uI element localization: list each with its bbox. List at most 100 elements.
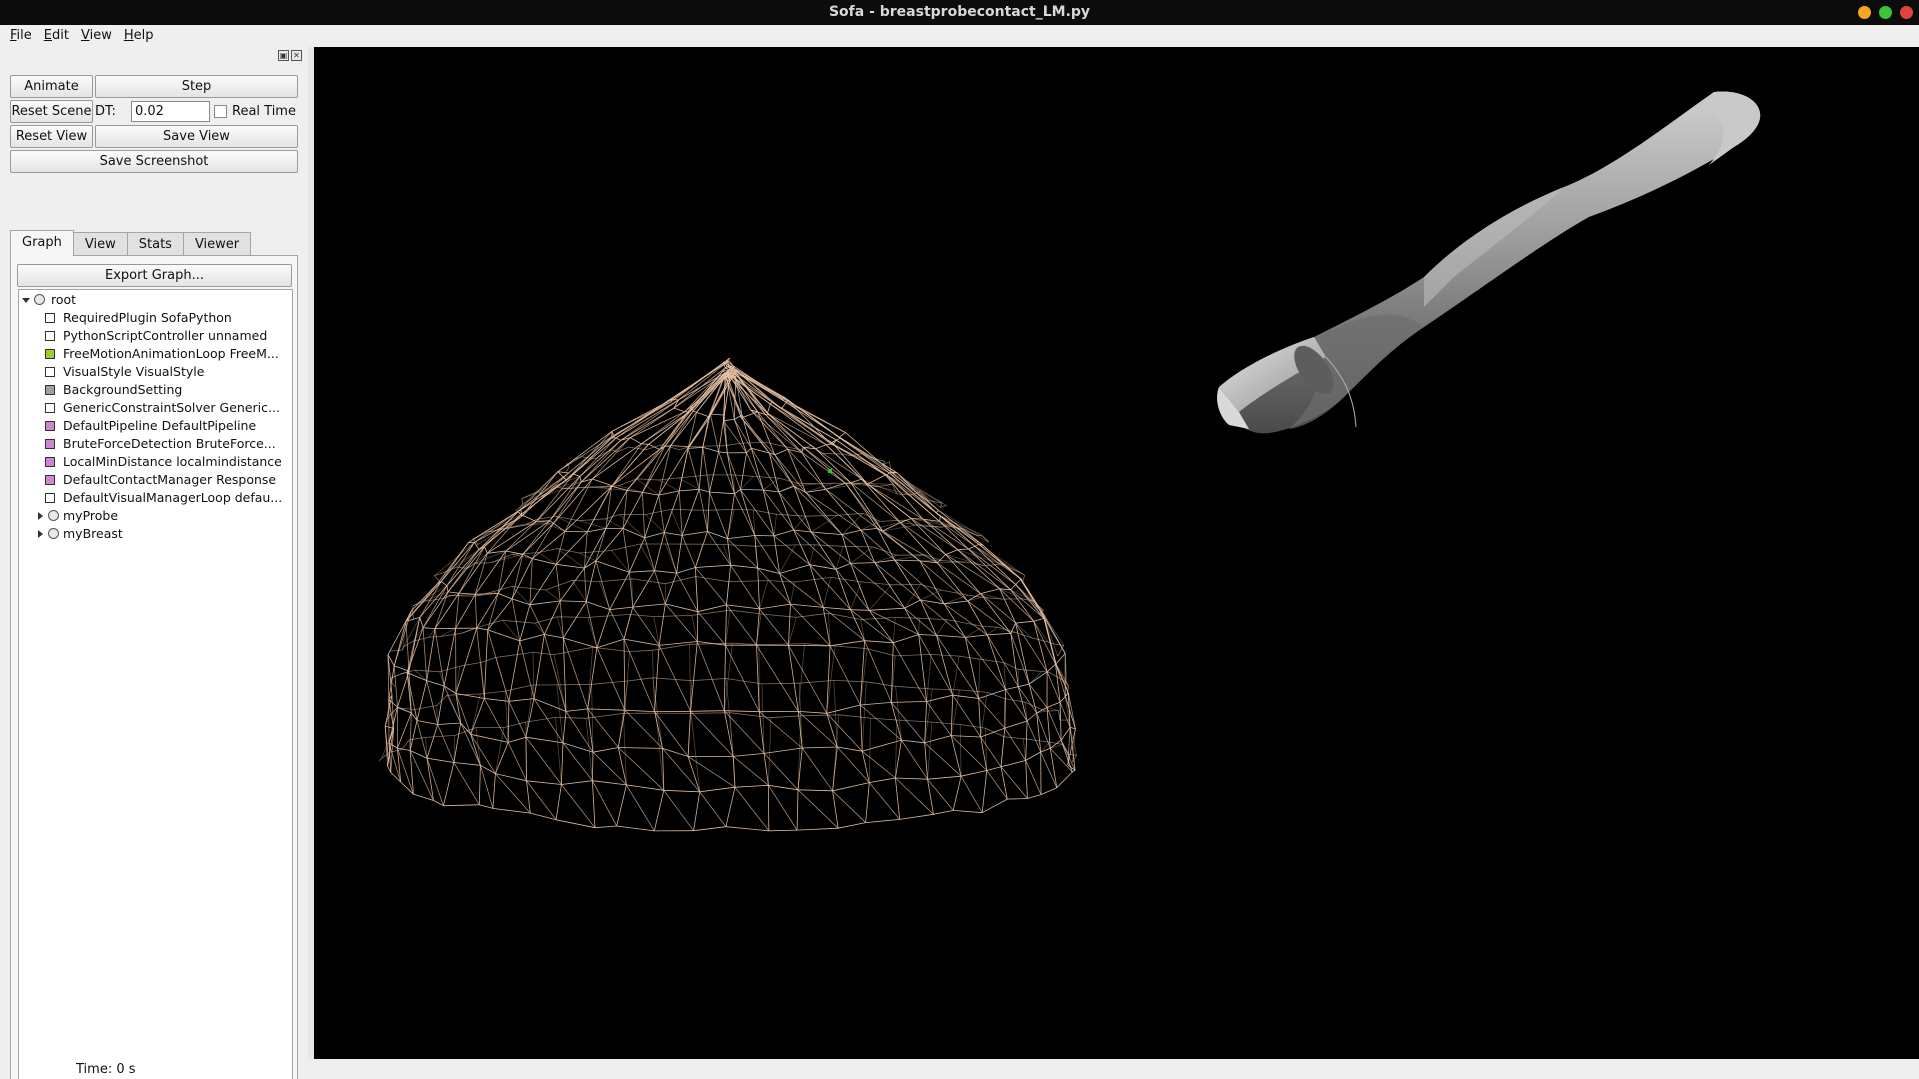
mesh-edge	[1070, 727, 1076, 730]
tab-view[interactable]: View	[72, 232, 128, 256]
mesh-edge	[982, 798, 1008, 814]
mesh-edge	[967, 600, 1012, 634]
tree-item[interactable]: PythonScriptController unnamed	[19, 327, 292, 345]
mesh-edge	[529, 604, 545, 635]
control-panel: ▣ ✕ Animate Step Reset Scene DT: 0.02 Re…	[0, 47, 308, 1079]
mesh-edge	[936, 635, 966, 638]
mesh-edge	[987, 692, 1005, 699]
tree-item[interactable]: DefaultVisualManagerLoop defau...	[19, 489, 292, 507]
mesh-edge	[730, 609, 762, 615]
mesh-edge	[644, 494, 660, 538]
tree-item[interactable]: DefaultPipeline DefaultPipeline	[19, 417, 292, 435]
mesh-edge	[869, 777, 896, 783]
mesh-edge	[860, 617, 896, 620]
menu-file[interactable]: File	[4, 25, 38, 47]
step-button[interactable]: Step	[95, 75, 298, 98]
menu-help[interactable]: Help	[118, 25, 160, 47]
mesh-edge	[768, 784, 799, 791]
tree-item[interactable]: GenericConstraintSolver Generic...	[19, 399, 292, 417]
mesh-edge	[759, 580, 769, 610]
tab-viewer[interactable]: Viewer	[182, 232, 252, 256]
reset-view-button[interactable]: Reset View	[10, 125, 93, 148]
save-view-button[interactable]: Save View	[95, 125, 298, 148]
scene-graph-tree[interactable]: root RequiredPlugin SofaPython PythonScrip…	[18, 289, 293, 1079]
mesh-edge	[725, 826, 769, 832]
menu-edit[interactable]: Edit	[38, 25, 75, 47]
mesh-edge	[561, 780, 593, 785]
mesh-edge	[869, 607, 905, 611]
mesh-edge	[866, 681, 896, 687]
tree-node[interactable]: root	[19, 291, 292, 309]
mesh-edge	[1015, 578, 1022, 585]
mesh-edge	[394, 665, 410, 672]
mesh-edge	[443, 804, 480, 807]
tree-item[interactable]: BackgroundSetting	[19, 381, 292, 399]
mesh-edge	[525, 717, 556, 723]
tree-node[interactable]: myBreast	[19, 525, 292, 543]
export-graph-button[interactable]: Export Graph...	[17, 264, 292, 287]
real-time-checkbox[interactable]	[214, 105, 227, 118]
tree-node[interactable]: myProbe	[19, 507, 292, 525]
mesh-edge	[865, 819, 900, 823]
close-button[interactable]	[1900, 6, 1913, 19]
mesh-edge	[707, 531, 728, 539]
mesh-edge	[529, 600, 561, 606]
mesh-edge	[630, 437, 642, 445]
mesh-edge	[950, 735, 962, 777]
menu-view[interactable]: View	[75, 25, 118, 47]
mesh-edge	[778, 491, 794, 531]
mesh-edge	[1040, 787, 1057, 795]
collapse-arrow-icon[interactable]	[38, 512, 43, 520]
mesh-edge	[899, 813, 934, 820]
mesh-edge	[532, 652, 554, 655]
mesh-edge	[434, 592, 460, 629]
minimize-button[interactable]	[1858, 6, 1871, 19]
mesh-edge	[830, 443, 890, 473]
expand-arrow-icon[interactable]	[22, 298, 30, 303]
mesh-edge	[626, 784, 664, 791]
mesh-edge	[620, 399, 679, 441]
mesh-edge	[564, 531, 588, 533]
save-screenshot-button[interactable]: Save Screenshot	[10, 150, 298, 173]
mesh-edge	[592, 478, 613, 487]
mesh-edge	[487, 598, 513, 631]
collapse-arrow-icon[interactable]	[38, 530, 43, 538]
tree-item[interactable]: DefaultContactManager Response	[19, 471, 292, 489]
3d-viewport[interactable]	[314, 47, 1919, 1059]
animate-button[interactable]: Animate	[10, 75, 93, 98]
mesh-edge	[624, 709, 655, 712]
maximize-button[interactable]	[1879, 6, 1892, 19]
close-dock-icon[interactable]: ✕	[291, 50, 302, 61]
mesh-edge	[629, 570, 655, 573]
tree-item[interactable]: BruteForceDetection BruteForce...	[19, 435, 292, 453]
mesh-edge	[1017, 686, 1028, 722]
mesh-edge	[673, 407, 685, 413]
mesh-edge	[1025, 720, 1028, 761]
mesh-edge	[437, 685, 445, 725]
mesh-edge	[505, 520, 551, 552]
dt-input[interactable]: 0.02	[131, 101, 210, 122]
float-icon[interactable]: ▣	[278, 50, 289, 61]
mesh-edge	[805, 488, 826, 493]
mesh-edge	[587, 528, 606, 533]
tree-item[interactable]: RequiredPlugin SofaPython	[19, 309, 292, 327]
tree-item[interactable]: FreeMotionAnimationLoop FreeM...	[19, 345, 292, 363]
reset-scene-button[interactable]: Reset Scene	[10, 100, 93, 123]
mesh-edge	[702, 447, 710, 493]
mesh-edge	[968, 545, 976, 550]
tree-item[interactable]: VisualStyle VisualStyle	[19, 363, 292, 381]
mesh-edge	[508, 698, 535, 702]
tab-stats[interactable]: Stats	[126, 232, 184, 256]
mesh-edge	[937, 561, 967, 564]
mesh-edge	[532, 531, 566, 559]
tree-item[interactable]: LocalMinDistance localmindistance	[19, 453, 292, 471]
mesh-edge	[387, 760, 389, 767]
mesh-edge	[835, 569, 851, 610]
mesh-edge	[886, 474, 940, 522]
mesh-edge	[679, 488, 700, 492]
mesh-edge	[592, 780, 618, 827]
mesh-edge	[802, 746, 838, 749]
tab-graph[interactable]: Graph	[10, 230, 74, 256]
mesh-edge	[867, 648, 896, 657]
mesh-edge	[470, 734, 496, 774]
